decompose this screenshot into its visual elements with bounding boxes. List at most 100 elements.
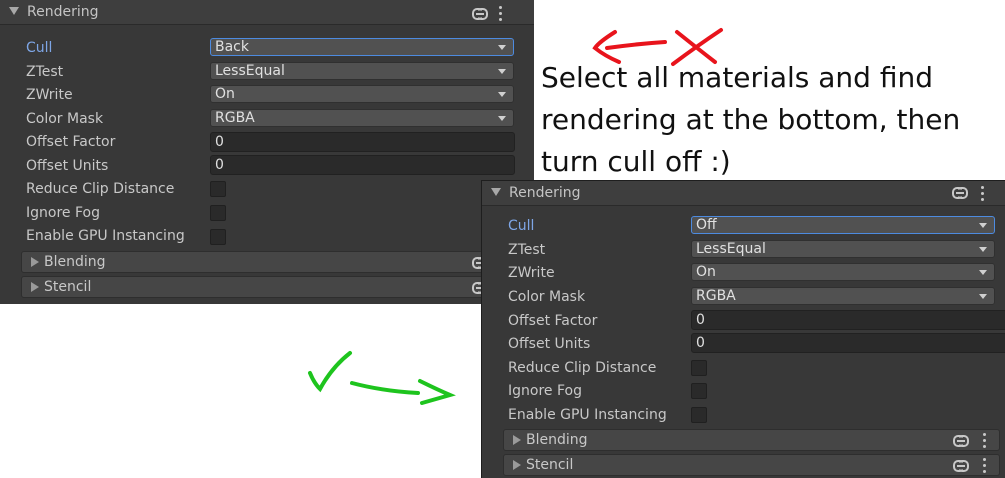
offset-units-row: Offset Units 0 <box>0 155 534 177</box>
gpu-instancing-checkbox[interactable] <box>210 229 226 245</box>
inspector-panel-after: Rendering Cull Off ZTest LessEqual ZWrit… <box>482 181 1005 478</box>
color-mask-value: RGBA <box>215 110 255 126</box>
foldout-collapsed-icon <box>31 282 39 292</box>
gpu-instancing-label: Enable GPU Instancing <box>26 228 185 244</box>
reduce-clip-checkbox[interactable] <box>691 360 707 376</box>
ignore-fog-checkbox[interactable] <box>210 205 226 221</box>
chevron-down-icon <box>979 247 987 252</box>
chevron-down-icon <box>498 92 506 97</box>
chevron-down-icon <box>498 45 506 50</box>
ztest-label: ZTest <box>26 64 64 80</box>
ztest-dropdown[interactable]: LessEqual <box>691 240 995 258</box>
gpu-instancing-row: Enable GPU Instancing <box>0 225 534 247</box>
reduce-clip-label: Reduce Clip Distance <box>508 360 657 376</box>
chevron-down-icon <box>498 69 506 74</box>
ztest-value: LessEqual <box>696 241 766 257</box>
offset-units-label: Offset Units <box>508 336 591 352</box>
link-icon[interactable] <box>952 187 968 199</box>
blending-foldout[interactable]: Blending <box>503 429 1000 451</box>
cull-value: Back <box>215 39 249 55</box>
foldout-expanded-icon[interactable] <box>9 7 19 15</box>
chevron-down-icon <box>979 270 987 275</box>
color-mask-row: Color Mask RGBA <box>482 286 1005 308</box>
color-mask-value: RGBA <box>696 288 736 304</box>
stencil-title: Stencil <box>526 457 574 473</box>
zwrite-row: ZWrite On <box>0 84 534 106</box>
cull-row: Cull Off <box>482 215 1005 237</box>
offset-factor-value: 0 <box>696 312 705 328</box>
cull-label: Cull <box>508 218 535 234</box>
offset-factor-row: Offset Factor 0 <box>0 131 534 153</box>
reduce-clip-row: Reduce Clip Distance <box>482 357 1005 379</box>
foldout-collapsed-icon <box>513 460 521 470</box>
more-menu-icon[interactable] <box>983 458 986 473</box>
offset-factor-value: 0 <box>215 134 224 150</box>
gpu-instancing-row: Enable GPU Instancing <box>482 404 1005 426</box>
ztest-label: ZTest <box>508 242 546 258</box>
rendering-foldout-header[interactable]: Rendering <box>0 0 534 25</box>
zwrite-label: ZWrite <box>508 265 555 281</box>
more-menu-icon[interactable] <box>983 433 986 448</box>
offset-units-value: 0 <box>215 157 224 173</box>
offset-units-input[interactable]: 0 <box>691 333 1005 353</box>
stencil-foldout[interactable]: Stencil <box>21 276 534 298</box>
wrong-arrow-icon <box>592 28 723 66</box>
blending-foldout[interactable]: Blending <box>21 251 534 273</box>
stencil-foldout[interactable]: Stencil <box>503 454 1000 476</box>
more-menu-icon[interactable] <box>499 6 502 21</box>
inspector-panel-before: Rendering Cull Back ZTest LessEqual ZWri… <box>0 0 534 304</box>
offset-factor-input[interactable]: 0 <box>691 310 1005 330</box>
cull-label: Cull <box>26 40 53 56</box>
ztest-dropdown[interactable]: LessEqual <box>210 62 514 80</box>
color-mask-dropdown[interactable]: RGBA <box>691 287 995 305</box>
foldout-collapsed-icon <box>513 435 521 445</box>
ignore-fog-label: Ignore Fog <box>26 205 100 221</box>
zwrite-value: On <box>696 264 716 280</box>
reduce-clip-label: Reduce Clip Distance <box>26 181 175 197</box>
offset-units-row: Offset Units 0 <box>482 333 1005 355</box>
ztest-row: ZTest LessEqual <box>482 239 1005 261</box>
offset-units-label: Offset Units <box>26 158 109 174</box>
zwrite-value: On <box>215 86 235 102</box>
reduce-clip-row: Reduce Clip Distance <box>0 178 534 200</box>
cull-dropdown[interactable]: Off <box>691 216 995 234</box>
cull-dropdown[interactable]: Back <box>210 38 514 56</box>
zwrite-row: ZWrite On <box>482 262 1005 284</box>
offset-units-value: 0 <box>696 335 705 351</box>
foldout-collapsed-icon <box>31 257 39 267</box>
reduce-clip-checkbox[interactable] <box>210 181 226 197</box>
more-menu-icon[interactable] <box>981 186 984 201</box>
link-icon[interactable] <box>953 460 969 472</box>
color-mask-label: Color Mask <box>26 111 104 127</box>
cull-value: Off <box>696 217 717 233</box>
rendering-foldout-header[interactable]: Rendering <box>482 181 1005 206</box>
ztest-row: ZTest LessEqual <box>0 61 534 83</box>
blending-title: Blending <box>44 254 106 270</box>
link-icon[interactable] <box>472 8 488 20</box>
blending-title: Blending <box>526 432 588 448</box>
instruction-note: Select all materials and find rendering … <box>541 61 961 178</box>
offset-factor-row: Offset Factor 0 <box>482 310 1005 332</box>
header-title: Rendering <box>509 185 581 201</box>
zwrite-dropdown[interactable]: On <box>210 85 514 103</box>
foldout-expanded-icon[interactable] <box>491 188 501 196</box>
offset-factor-label: Offset Factor <box>26 134 116 150</box>
stencil-title: Stencil <box>44 279 92 295</box>
ignore-fog-checkbox[interactable] <box>691 383 707 399</box>
offset-units-input[interactable]: 0 <box>210 155 515 175</box>
cull-row: Cull Back <box>0 37 534 59</box>
gpu-instancing-label: Enable GPU Instancing <box>508 407 667 423</box>
color-mask-dropdown[interactable]: RGBA <box>210 109 514 127</box>
zwrite-dropdown[interactable]: On <box>691 263 995 281</box>
link-icon[interactable] <box>953 435 969 447</box>
color-mask-label: Color Mask <box>508 289 586 305</box>
header-title: Rendering <box>27 4 99 20</box>
ignore-fog-label: Ignore Fog <box>508 383 582 399</box>
offset-factor-input[interactable]: 0 <box>210 132 515 152</box>
ignore-fog-row: Ignore Fog <box>482 380 1005 402</box>
gpu-instancing-checkbox[interactable] <box>691 407 707 423</box>
color-mask-row: Color Mask RGBA <box>0 108 534 130</box>
chevron-down-icon <box>979 294 987 299</box>
zwrite-label: ZWrite <box>26 87 73 103</box>
ztest-value: LessEqual <box>215 63 285 79</box>
